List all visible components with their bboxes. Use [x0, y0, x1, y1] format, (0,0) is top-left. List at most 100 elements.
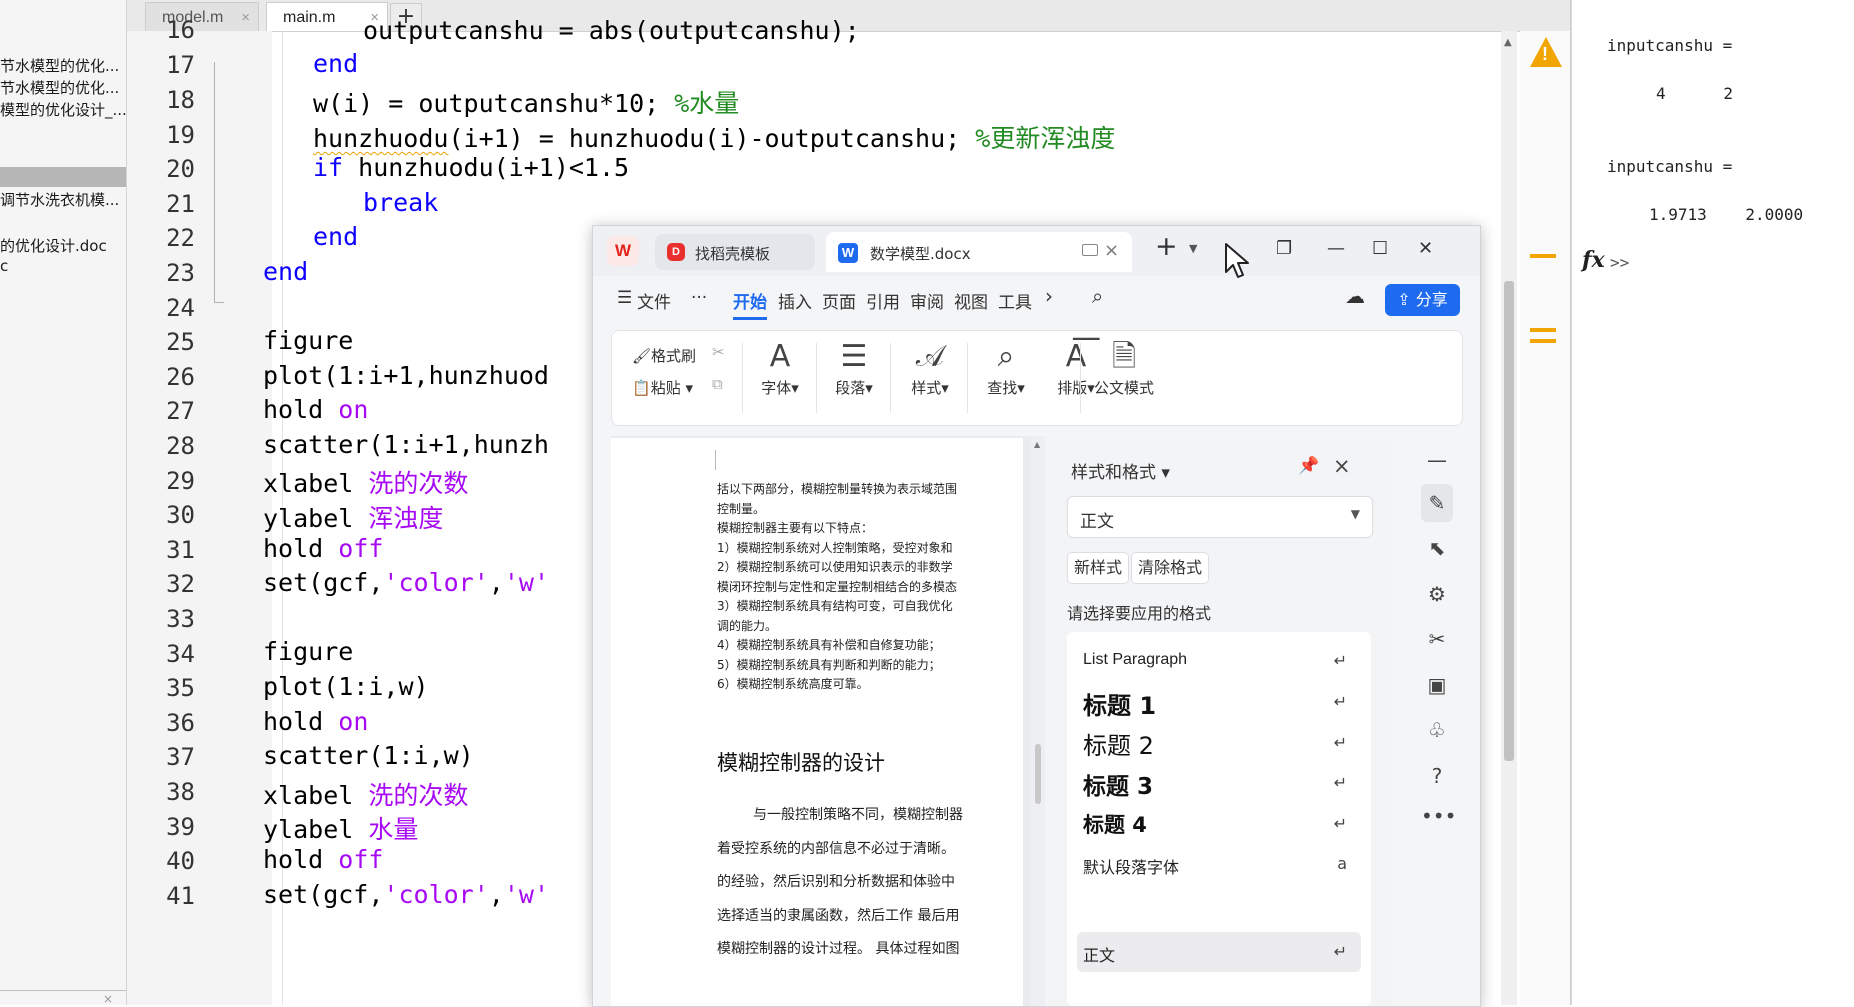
code-line-38[interactable]: xlabel 洗的次数: [263, 776, 468, 812]
document-scrollbar[interactable]: ▲: [1031, 436, 1045, 1006]
shirt-icon[interactable]: ♧: [1421, 718, 1453, 742]
pane-title[interactable]: 样式和格式 ▾: [1071, 458, 1170, 483]
pen-icon[interactable]: ✎: [1421, 484, 1453, 522]
tab-insert[interactable]: 插入: [778, 288, 812, 313]
code-line-39[interactable]: ylabel 水量: [263, 810, 418, 846]
style-item-heading-2[interactable]: 标题 2: [1083, 726, 1154, 761]
code-line-40[interactable]: hold off: [263, 845, 383, 874]
more-icon[interactable]: •••: [1421, 804, 1456, 828]
file-selection-highlight[interactable]: [0, 167, 126, 187]
code-line-23[interactable]: end: [263, 257, 308, 286]
style-item-list-paragraph[interactable]: List Paragraph: [1083, 651, 1187, 669]
sliders-icon[interactable]: ⚙: [1421, 582, 1453, 606]
code-line-30[interactable]: ylabel 浑浊度: [263, 499, 443, 535]
code-line-32[interactable]: set(gcf,'color','w': [263, 568, 549, 597]
paste-button[interactable]: 📋粘贴 ▾: [632, 377, 693, 398]
tab-review[interactable]: 审阅: [910, 288, 944, 313]
select-cursor-icon[interactable]: ⬉: [1421, 536, 1453, 560]
code-line-20[interactable]: if hunzhuodu(i+1)<1.5: [313, 153, 629, 182]
tab-document[interactable]: W 数学模型.docx ×: [826, 232, 1132, 272]
wps-logo-icon[interactable]: W: [607, 236, 639, 266]
tab-template[interactable]: D 找稻壳模板: [655, 234, 815, 270]
scroll-up-icon[interactable]: ▲: [1034, 440, 1040, 449]
scrollbar-thumb[interactable]: [1504, 281, 1514, 761]
style-button[interactable]: 𝒜 样式▾: [898, 339, 962, 398]
official-doc-button[interactable]: 🗎 公文模式: [1084, 339, 1164, 398]
code-line-25[interactable]: figure: [263, 326, 353, 355]
tab-view[interactable]: 视图: [954, 288, 988, 313]
chevron-down-icon[interactable]: ▼: [1189, 242, 1197, 255]
file-item[interactable]: 的优化设计.doc: [0, 236, 126, 256]
code-line-27[interactable]: hold on: [263, 395, 368, 424]
warning-marker[interactable]: [1530, 339, 1556, 343]
pin-icon[interactable]: 📌: [1298, 456, 1319, 476]
image-icon[interactable]: ▣: [1421, 673, 1453, 697]
cloud-upload-icon[interactable]: ☁: [1345, 284, 1365, 308]
copy-icon[interactable]: ⧉: [712, 375, 723, 393]
close-icon[interactable]: ×: [1104, 240, 1119, 261]
code-line-28[interactable]: scatter(1:i+1,hunzh: [263, 430, 549, 459]
warning-marker[interactable]: [1530, 328, 1556, 332]
function-browser-icon[interactable]: fx: [1582, 247, 1605, 273]
search-icon[interactable]: ⌕: [1092, 284, 1103, 308]
tab-tools[interactable]: 工具: [998, 288, 1032, 313]
command-prompt[interactable]: >>: [1610, 253, 1629, 272]
file-item[interactable]: c: [0, 256, 126, 276]
file-item[interactable]: 调节水洗衣机模...: [0, 190, 126, 210]
style-item-default-font[interactable]: 默认段落字体: [1083, 854, 1179, 878]
command-window[interactable]: inputcanshu = 4 2 inputcanshu = 1.9713 2…: [1571, 0, 1854, 1005]
scroll-up-icon[interactable]: ▲: [1504, 37, 1512, 48]
close-icon[interactable]: ×: [103, 992, 113, 1006]
paragraph-button[interactable]: ☰ 段落▾: [824, 339, 884, 398]
tab-references[interactable]: 引用: [866, 288, 900, 313]
chevron-right-icon[interactable]: ›: [1045, 284, 1053, 308]
file-item[interactable]: 节水模型的优化...: [0, 56, 126, 76]
code-line-36[interactable]: hold on: [263, 707, 368, 736]
code-line-41[interactable]: set(gcf,'color','w': [263, 880, 549, 909]
code-line-22[interactable]: end: [313, 222, 358, 251]
help-icon[interactable]: ?: [1421, 764, 1453, 788]
tab-list-icon[interactable]: ❐: [1276, 238, 1292, 259]
code-line-16[interactable]: outputcanshu = abs(outputcanshu);: [363, 16, 860, 45]
warning-marker[interactable]: [1530, 254, 1556, 258]
clear-format-button[interactable]: 清除格式: [1131, 552, 1210, 584]
menu-icon[interactable]: ☰: [617, 288, 632, 308]
code-line-34[interactable]: figure: [263, 637, 353, 666]
format-painter-button[interactable]: 🖌格式刷: [632, 345, 696, 366]
code-line-35[interactable]: plot(1:i,w): [263, 672, 429, 701]
code-line-26[interactable]: plot(1:i+1,hunzhuod: [263, 361, 549, 390]
maximize-button[interactable]: ☐: [1372, 238, 1388, 259]
style-item-body-text[interactable]: 正文: [1083, 942, 1115, 966]
code-line-18[interactable]: w(i) = outputcanshu*10; %水量: [313, 84, 739, 120]
code-line-21[interactable]: break: [363, 188, 438, 217]
scrollbar-thumb[interactable]: [1035, 744, 1041, 804]
warning-icon[interactable]: !: [1530, 37, 1562, 67]
tab-file[interactable]: 文件: [637, 288, 671, 313]
new-style-button[interactable]: 新样式: [1067, 552, 1130, 584]
editor-scrollbar[interactable]: ▲: [1501, 31, 1517, 1005]
code-line-17[interactable]: end: [313, 49, 358, 78]
minimize-button[interactable]: —: [1327, 238, 1345, 259]
current-style-select[interactable]: 正文 ▼: [1067, 496, 1373, 538]
code-line-31[interactable]: hold off: [263, 534, 383, 563]
code-line-29[interactable]: xlabel 洗的次数: [263, 464, 468, 500]
style-item-heading-4[interactable]: 标题 4: [1083, 809, 1147, 839]
code-line-37[interactable]: scatter(1:i,w): [263, 741, 474, 770]
new-tab-button[interactable]: +: [1155, 231, 1178, 262]
close-window-button[interactable]: ✕: [1418, 238, 1433, 259]
close-icon[interactable]: ×: [1333, 454, 1351, 478]
style-item-heading-1[interactable]: 标题 1: [1083, 686, 1156, 721]
file-item[interactable]: 节水模型的优化...: [0, 78, 126, 98]
monitor-icon[interactable]: [1082, 244, 1098, 256]
tab-home[interactable]: 开始: [733, 288, 767, 320]
share-button[interactable]: ⇪ 分享: [1385, 284, 1460, 316]
tools-icon[interactable]: ✂: [1421, 627, 1453, 651]
find-button[interactable]: ⌕ 查找▾: [974, 339, 1038, 398]
cut-icon[interactable]: ✂: [712, 343, 725, 361]
more-icon[interactable]: ···: [691, 288, 707, 308]
style-item-heading-3[interactable]: 标题 3: [1083, 767, 1153, 801]
collapse-icon[interactable]: —: [1421, 448, 1453, 472]
close-icon[interactable]: ×: [241, 3, 250, 32]
code-line-19[interactable]: hunzhuodu(i+1) = hunzhuodu(i)-outputcans…: [313, 119, 1115, 155]
font-button[interactable]: A 字体▾: [750, 339, 810, 398]
